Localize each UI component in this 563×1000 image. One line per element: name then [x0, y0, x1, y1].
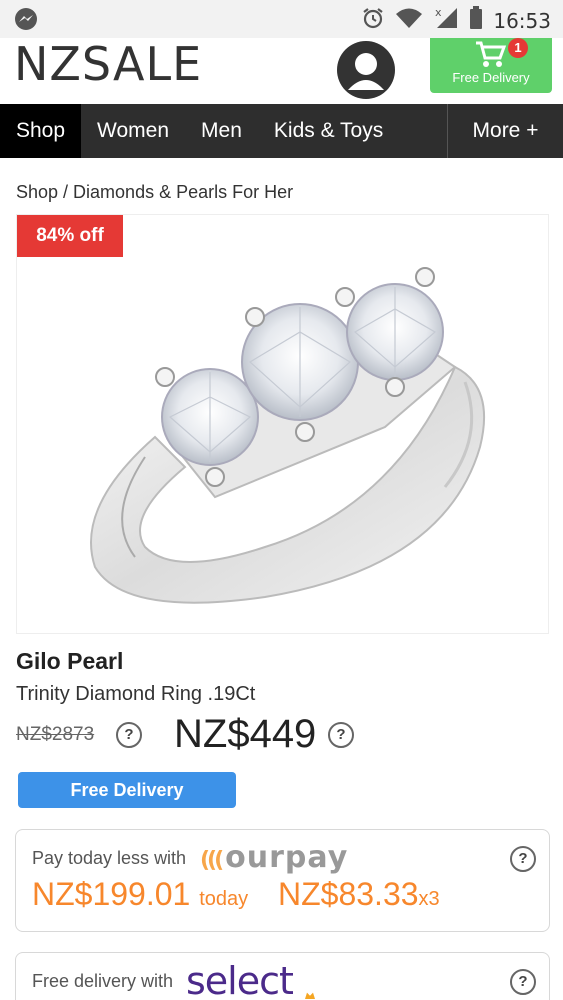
account-avatar-icon[interactable] — [334, 40, 398, 99]
nav-item-men[interactable]: Men — [185, 104, 258, 158]
site-logo[interactable]: NZSALE — [14, 40, 202, 88]
site-header: NZSALE 1 Free Delivery — [0, 38, 563, 104]
ourpay-today-amount: NZ$199.01 today — [32, 876, 248, 913]
ring-product-image — [65, 247, 505, 622]
ourpay-logo-text: ourpay — [225, 840, 349, 875]
original-price-help-icon[interactable]: ? — [116, 722, 142, 748]
sale-price-help-icon[interactable]: ? — [328, 722, 354, 748]
cart-count-badge: 1 — [508, 38, 528, 58]
breadcrumb[interactable]: Shop / Diamonds & Pearls For Her — [16, 182, 293, 203]
signal-icon: x — [433, 6, 459, 35]
ourpay-help-icon[interactable]: ? — [510, 846, 536, 872]
ourpay-installment-times: x3 — [418, 888, 440, 910]
product-brand[interactable]: Gilo Pearl — [16, 648, 123, 675]
discount-badge: 84% off — [17, 215, 123, 257]
product-name: Trinity Diamond Ring .19Ct — [16, 683, 256, 705]
select-crown-icon — [305, 992, 315, 999]
sale-price: NZ$449 — [174, 712, 317, 756]
ourpay-logo: (((ourpay — [200, 840, 348, 875]
product-image-card[interactable]: 84% off — [16, 214, 549, 634]
nav-item-women[interactable]: Women — [81, 104, 185, 158]
ourpay-installment-amount: NZ$83.33x3 — [278, 876, 440, 913]
ourpay-today-value: NZ$199.01 — [32, 876, 191, 912]
status-bar: x 16:53 — [0, 0, 563, 38]
alarm-icon — [361, 6, 385, 35]
select-help-icon[interactable]: ? — [510, 969, 536, 995]
wifi-icon — [395, 7, 423, 34]
price-row: NZ$2873 ? NZ$449 ? — [16, 712, 536, 760]
free-delivery-badge[interactable]: Free Delivery — [18, 772, 236, 808]
ourpay-label: Pay today less with — [32, 848, 187, 868]
svg-text:x: x — [435, 6, 442, 19]
ourpay-card[interactable]: Pay today less with (((ourpay ? NZ$199.0… — [15, 829, 550, 932]
select-card[interactable]: Free delivery with select ? — [15, 952, 550, 1000]
cart-free-delivery-label: Free Delivery — [452, 70, 530, 85]
ourpay-wave-icon: ((( — [200, 848, 224, 873]
select-logo: select — [186, 959, 294, 1000]
cart-button[interactable]: 1 Free Delivery — [430, 38, 552, 93]
nav-item-shop[interactable]: Shop — [0, 104, 82, 158]
nav-item-kids-toys[interactable]: Kids & Toys — [258, 104, 399, 158]
clock-time: 16:53 — [493, 8, 551, 33]
battery-icon — [469, 6, 483, 35]
ourpay-today-word: today — [199, 888, 249, 910]
original-price: NZ$2873 — [16, 724, 95, 745]
messenger-icon — [14, 7, 38, 36]
main-nav: Shop Women Men Kids & Toys More + — [0, 104, 563, 158]
select-label: Free delivery with — [32, 971, 174, 991]
nav-more-button[interactable]: More + — [447, 104, 563, 158]
ourpay-installment-value: NZ$83.33 — [278, 876, 419, 912]
